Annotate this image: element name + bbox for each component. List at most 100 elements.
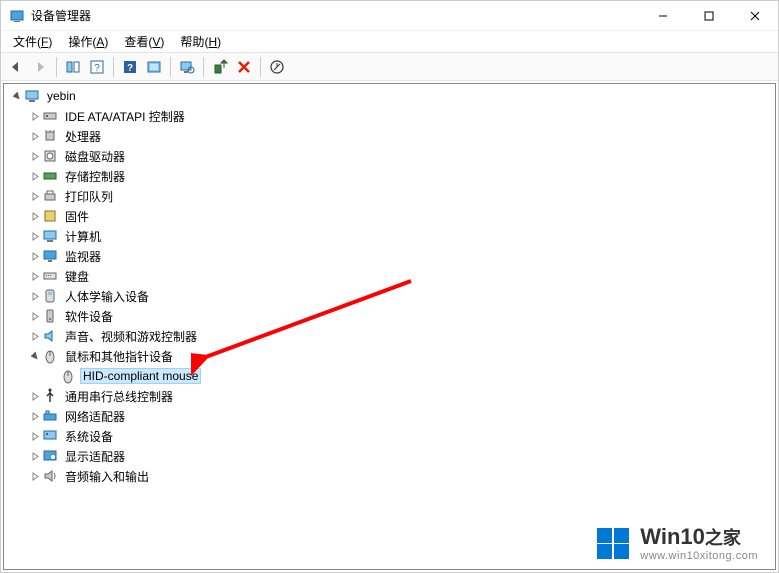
tree-node[interactable]: 键盘 bbox=[4, 266, 775, 286]
audioio-icon bbox=[42, 468, 58, 484]
tree-expander-icon[interactable] bbox=[28, 129, 42, 143]
forward-button[interactable] bbox=[29, 56, 51, 78]
tree-node[interactable]: 打印队列 bbox=[4, 186, 775, 206]
watermark-brand: Win10 bbox=[640, 524, 705, 549]
tree-node[interactable]: 磁盘驱动器 bbox=[4, 146, 775, 166]
toolbar-separator bbox=[203, 57, 204, 77]
network-icon bbox=[42, 408, 58, 424]
tree-expander-icon[interactable] bbox=[28, 409, 42, 423]
tree-node[interactable]: 通用串行总线控制器 bbox=[4, 386, 775, 406]
tree-expander-icon[interactable] bbox=[28, 169, 42, 183]
titlebar: 设备管理器 bbox=[1, 1, 778, 31]
tree-expander-icon[interactable] bbox=[28, 349, 42, 363]
tree-expander-icon[interactable] bbox=[28, 429, 42, 443]
menubar: 文件(F) 操作(A) 查看(V) 帮助(H) bbox=[1, 31, 778, 53]
menu-help[interactable]: 帮助(H) bbox=[172, 31, 229, 52]
tree-node-label: HID-compliant mouse bbox=[80, 368, 201, 384]
tree-expander-icon[interactable] bbox=[28, 289, 42, 303]
tree-expander-icon[interactable] bbox=[28, 229, 42, 243]
mouse-icon bbox=[42, 348, 58, 364]
tree-node[interactable]: 显示适配器 bbox=[4, 446, 775, 466]
window-controls bbox=[640, 1, 778, 30]
tree-expander-icon[interactable] bbox=[28, 209, 42, 223]
hid-icon bbox=[42, 288, 58, 304]
tree-node[interactable]: 处理器 bbox=[4, 126, 775, 146]
tree-expander-icon[interactable] bbox=[28, 109, 42, 123]
storage-icon bbox=[42, 168, 58, 184]
system-icon bbox=[42, 428, 58, 444]
tree-node[interactable]: IDE ATA/ATAPI 控制器 bbox=[4, 106, 775, 126]
tree-node-label: 监视器 bbox=[62, 247, 104, 266]
back-button[interactable] bbox=[5, 56, 27, 78]
tree-node[interactable]: 监视器 bbox=[4, 246, 775, 266]
scan-hardware-button[interactable] bbox=[176, 56, 198, 78]
menu-action[interactable]: 操作(A) bbox=[60, 31, 116, 52]
tree-node-label: 固件 bbox=[62, 207, 92, 226]
tree-expander-icon[interactable] bbox=[28, 249, 42, 263]
tree-node[interactable]: 声音、视频和游戏控制器 bbox=[4, 326, 775, 346]
window-title: 设备管理器 bbox=[31, 7, 640, 24]
help-button[interactable]: ? bbox=[86, 56, 108, 78]
tree-node[interactable]: 音频输入和输出 bbox=[4, 466, 775, 486]
tree-node-label: 键盘 bbox=[62, 267, 92, 286]
tree-expander-icon[interactable] bbox=[28, 329, 42, 343]
tree-node-label: 鼠标和其他指针设备 bbox=[62, 347, 176, 366]
tree-node[interactable]: 网络适配器 bbox=[4, 406, 775, 426]
tree-expander-icon[interactable] bbox=[10, 89, 24, 103]
device-tree[interactable]: yebin IDE ATA/ATAPI 控制器 处理器 磁盘驱动器 存储控制器 … bbox=[3, 83, 776, 570]
tree-node-label: 存储控制器 bbox=[62, 167, 128, 186]
tree-node-label: 系统设备 bbox=[62, 427, 116, 446]
svg-text:?: ? bbox=[127, 63, 133, 74]
tree-node[interactable]: 计算机 bbox=[4, 226, 775, 246]
tree-node[interactable]: 人体学输入设备 bbox=[4, 286, 775, 306]
tree-node-label: 通用串行总线控制器 bbox=[62, 387, 176, 406]
tree-node[interactable]: 固件 bbox=[4, 206, 775, 226]
tree-node-label: 软件设备 bbox=[62, 307, 116, 326]
tree-node-label: yebin bbox=[44, 88, 79, 104]
tree-node[interactable]: HID-compliant mouse bbox=[4, 366, 775, 386]
properties-monitor-button[interactable]: ? bbox=[119, 56, 141, 78]
uninstall-button[interactable] bbox=[233, 56, 255, 78]
tree-expander-icon[interactable] bbox=[28, 189, 42, 203]
usb-icon bbox=[42, 388, 58, 404]
tree-expander-icon[interactable] bbox=[28, 269, 42, 283]
menu-view[interactable]: 查看(V) bbox=[116, 31, 172, 52]
toolbar: ? ? bbox=[1, 53, 778, 81]
win10-logo-icon bbox=[596, 527, 630, 560]
tree-expander-icon[interactable] bbox=[28, 389, 42, 403]
tree-node[interactable]: 鼠标和其他指针设备 bbox=[4, 346, 775, 366]
tree-node-label: 打印队列 bbox=[62, 187, 116, 206]
update-driver-button[interactable] bbox=[209, 56, 231, 78]
tree-node[interactable]: 系统设备 bbox=[4, 426, 775, 446]
audio-icon bbox=[42, 328, 58, 344]
tree-node[interactable]: yebin bbox=[4, 86, 775, 106]
tree-expander-icon[interactable] bbox=[28, 449, 42, 463]
properties-list-button[interactable] bbox=[143, 56, 165, 78]
ide-icon bbox=[42, 108, 58, 124]
tree-node-label: IDE ATA/ATAPI 控制器 bbox=[62, 107, 188, 126]
tree-expander-icon[interactable] bbox=[28, 149, 42, 163]
watermark: Win10之家 www.win10xitong.com bbox=[596, 524, 758, 562]
printer-icon bbox=[42, 188, 58, 204]
maximize-button[interactable] bbox=[686, 1, 732, 30]
tree-node-label: 音频输入和输出 bbox=[62, 467, 152, 486]
tree-expander-icon[interactable] bbox=[28, 469, 42, 483]
tree-node[interactable]: 软件设备 bbox=[4, 306, 775, 326]
display-icon bbox=[42, 448, 58, 464]
tree-node[interactable]: 存储控制器 bbox=[4, 166, 775, 186]
minimize-button[interactable] bbox=[640, 1, 686, 30]
computer-icon bbox=[42, 228, 58, 244]
menu-file[interactable]: 文件(F) bbox=[5, 31, 60, 52]
close-button[interactable] bbox=[732, 1, 778, 30]
tree-node-label: 磁盘驱动器 bbox=[62, 147, 128, 166]
tree-node-label: 计算机 bbox=[62, 227, 104, 246]
tree-expander-none bbox=[46, 369, 60, 383]
monitor-icon bbox=[42, 248, 58, 264]
toolbar-separator bbox=[170, 57, 171, 77]
tree-node-label: 处理器 bbox=[62, 127, 104, 146]
tree-expander-icon[interactable] bbox=[28, 309, 42, 323]
firmware-icon bbox=[42, 208, 58, 224]
legacy-hardware-button[interactable] bbox=[266, 56, 288, 78]
keyboard-icon bbox=[42, 268, 58, 284]
show-hide-console-button[interactable] bbox=[62, 56, 84, 78]
